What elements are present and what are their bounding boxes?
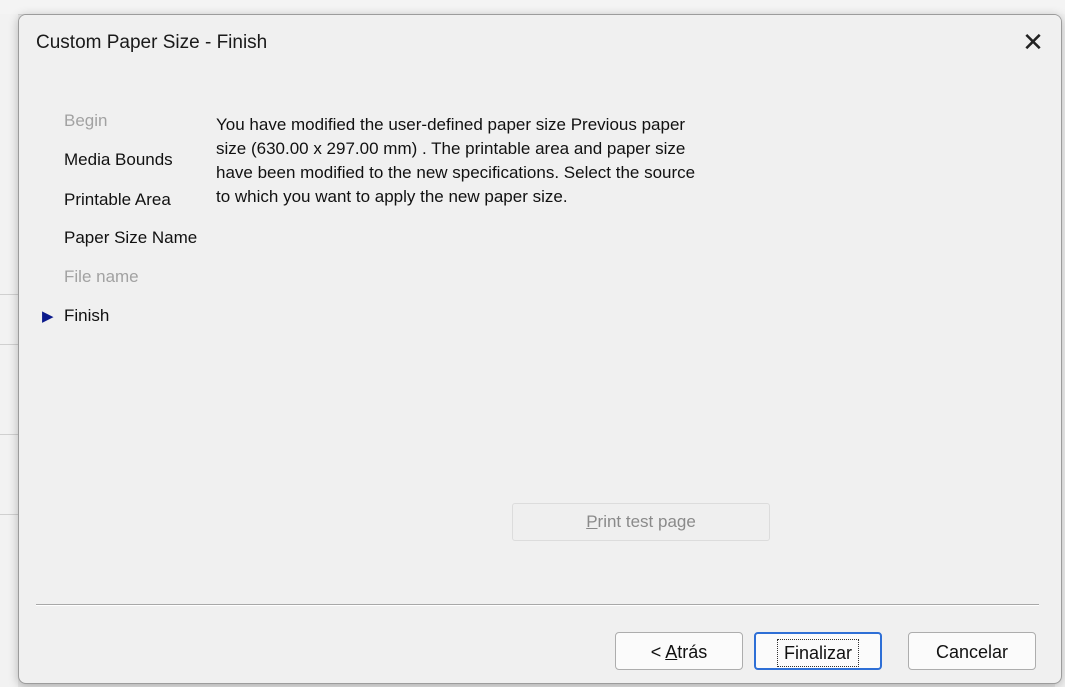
step-begin: Begin <box>64 111 108 130</box>
step-paper-size-name: Paper Size Name <box>64 228 198 247</box>
back-button[interactable]: < Atrás <box>615 632 743 670</box>
background-divider <box>0 294 18 295</box>
step-printable-area: Printable Area <box>64 190 171 209</box>
message-line: size (630.00 x 297.00 mm) . The printabl… <box>216 139 686 158</box>
close-icon: ✕ <box>1022 27 1044 57</box>
footer-separator-highlight <box>36 605 1039 606</box>
finish-button[interactable]: Finalizar <box>754 632 882 670</box>
background-divider <box>0 434 18 435</box>
step-finish: Finish <box>64 306 110 325</box>
right-triangle-icon: ▶ <box>42 308 54 325</box>
dialog-title: Custom Paper Size - Finish <box>36 32 268 53</box>
back-label: trás <box>677 642 708 662</box>
back-prefix: < <box>650 642 666 662</box>
finish-message: You have modified the user-defined paper… <box>216 113 796 209</box>
background-window-strip <box>0 0 1065 15</box>
message-line: You have modified the user-defined paper… <box>216 115 686 134</box>
title-bar: Custom Paper Size - Finish ✕ <box>19 15 1061 73</box>
print-test-accel: P <box>586 512 598 531</box>
back-accel: A <box>665 642 678 662</box>
message-line: have been modified to the new specificat… <box>216 163 696 182</box>
background-divider <box>0 514 18 515</box>
background-left-edge <box>0 14 18 687</box>
message-line: to which you want to apply the new paper… <box>216 187 568 206</box>
custom-paper-size-dialog: Custom Paper Size - Finish ✕ Begin Media… <box>18 14 1062 684</box>
background-divider <box>0 344 18 345</box>
cancel-label: Cancelar <box>935 642 1009 662</box>
close-button[interactable]: ✕ <box>1013 23 1053 63</box>
step-media-bounds: Media Bounds <box>64 150 173 169</box>
finish-label: Finalizar <box>776 639 860 667</box>
print-test-page-button[interactable]: Print test page <box>512 503 770 541</box>
print-test-label: rint test page <box>597 512 696 531</box>
step-file-name: File name <box>64 267 139 286</box>
cancel-button[interactable]: Cancelar <box>908 632 1036 670</box>
